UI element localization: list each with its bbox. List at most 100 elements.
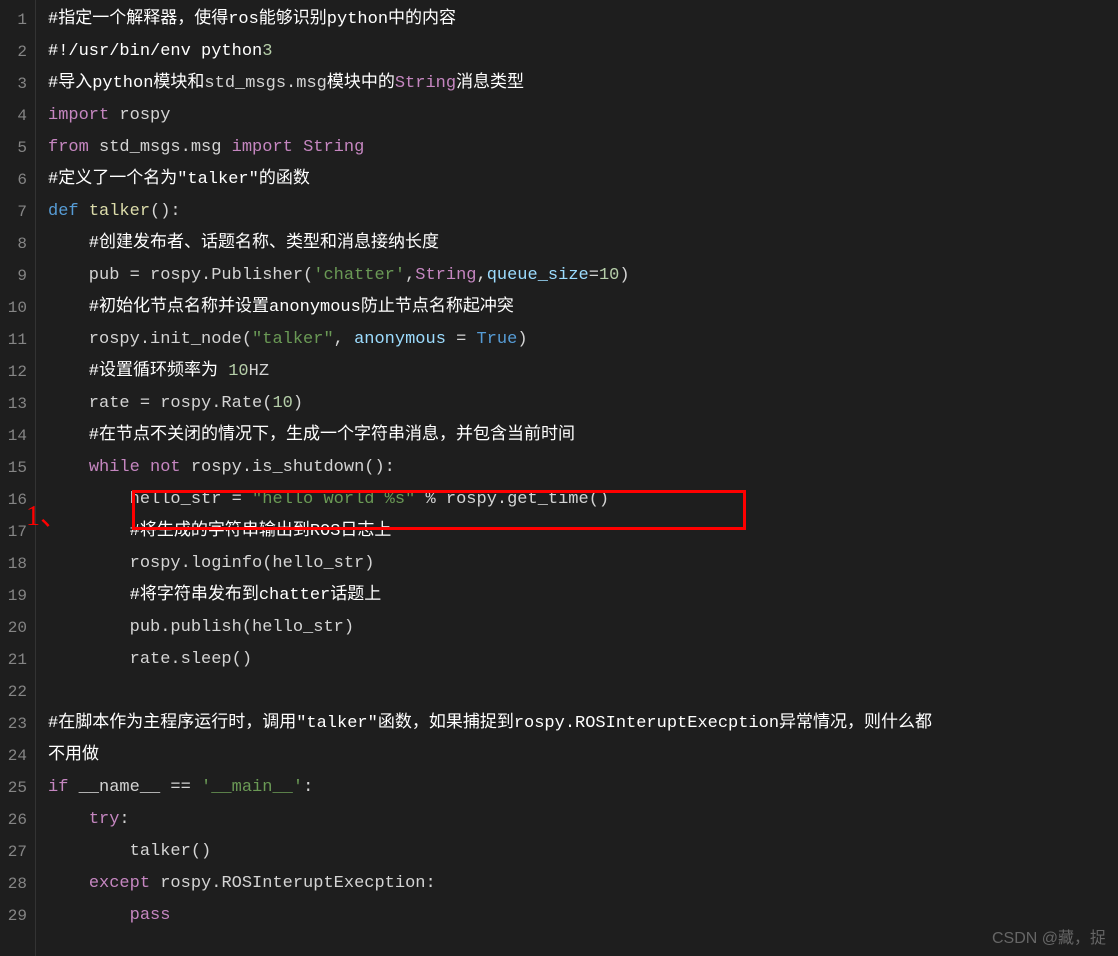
line-number: 2 — [4, 36, 27, 68]
code-line[interactable]: #初始化节点名称并设置anonymous防止节点名称起冲突 — [48, 292, 1118, 324]
code-token: rospy.ROSInteruptExecption: — [150, 874, 436, 893]
code-token: #将字符串发布到chatter话题上 — [48, 586, 381, 605]
code-token — [293, 138, 303, 157]
code-line[interactable]: if __name__ == '__main__': — [48, 772, 1118, 804]
code-line[interactable]: import rospy — [48, 100, 1118, 132]
code-token: import — [48, 106, 109, 125]
code-token: #在脚本作为主程序运行时，调用"talker"函数，如果捕捉到rospy.ROS… — [48, 714, 932, 733]
code-token: if — [48, 778, 68, 797]
code-token: 10 — [272, 394, 292, 413]
code-line[interactable]: rospy.loginfo(hello_str) — [48, 548, 1118, 580]
code-token: rate.sleep() — [48, 650, 252, 669]
code-line[interactable]: pass — [48, 900, 1118, 932]
code-token: String — [303, 138, 364, 157]
code-line[interactable]: #将字符串发布到chatter话题上 — [48, 580, 1118, 612]
line-number: 7 — [4, 196, 27, 228]
code-line[interactable]: while not rospy.is_shutdown(): — [48, 452, 1118, 484]
code-token: : — [303, 778, 313, 797]
line-number: 16 — [4, 484, 27, 516]
code-line[interactable]: def talker(): — [48, 196, 1118, 228]
code-line[interactable]: #将生成的字符串输出到ROS日志上 — [48, 516, 1118, 548]
code-token: : — [119, 810, 129, 829]
code-token: std_msgs.msg — [204, 74, 326, 93]
code-token: "hello world %s" — [252, 490, 415, 509]
code-token: = — [446, 330, 477, 349]
line-number: 8 — [4, 228, 27, 260]
code-line[interactable]: rospy.init_node("talker", anonymous = Tr… — [48, 324, 1118, 356]
line-number: 15 — [4, 452, 27, 484]
line-number: 19 — [4, 580, 27, 612]
code-token: pub = rospy.Publisher( — [48, 266, 313, 285]
line-number: 10 — [4, 292, 27, 324]
code-token — [48, 906, 130, 925]
code-line[interactable]: #定义了一个名为"talker"的函数 — [48, 164, 1118, 196]
line-number: 22 — [4, 676, 27, 708]
code-token: pass — [130, 906, 171, 925]
code-line[interactable]: 不用做 — [48, 740, 1118, 772]
code-line[interactable]: try: — [48, 804, 1118, 836]
code-line[interactable]: pub.publish(hello_str) — [48, 612, 1118, 644]
code-token: rospy.loginfo(hello_str) — [48, 554, 374, 573]
code-token — [48, 458, 89, 477]
code-token: not — [150, 458, 181, 477]
code-token: #将生成的字符串输出到ROS日志上 — [48, 522, 391, 541]
code-token: 'chatter' — [313, 266, 405, 285]
code-token: String — [395, 74, 456, 93]
annotation-label-1: 1、 — [26, 494, 68, 534]
code-token: talker — [89, 202, 150, 221]
line-number: 6 — [4, 164, 27, 196]
code-token: #定义了一个名为"talker"的函数 — [48, 170, 310, 189]
code-content-area[interactable]: 1、 #指定一个解释器，使得ros能够识别python中的内容#!/usr/bi… — [36, 0, 1118, 956]
code-token — [140, 458, 150, 477]
line-number: 21 — [4, 644, 27, 676]
line-number: 14 — [4, 420, 27, 452]
code-token: try — [89, 810, 120, 829]
code-token: def — [48, 202, 79, 221]
line-number: 4 — [4, 100, 27, 132]
code-token: rospy.is_shutdown(): — [181, 458, 395, 477]
code-token: , — [334, 330, 354, 349]
code-token: 消息类型 — [456, 74, 524, 93]
code-line[interactable]: #!/usr/bin/env python3 — [48, 36, 1118, 68]
code-token: 10 — [228, 362, 248, 381]
line-number: 5 — [4, 132, 27, 164]
code-token: '__main__' — [201, 778, 303, 797]
code-token: __name__ == — [68, 778, 201, 797]
code-line[interactable]: hello_str = "hello world %s" % rospy.get… — [48, 484, 1118, 516]
line-number: 27 — [4, 836, 27, 868]
code-token: , — [405, 266, 415, 285]
watermark-text: CSDN @藏，捉 — [992, 924, 1106, 948]
code-token: , — [477, 266, 487, 285]
code-line[interactable]: #设置循环频率为 10HZ — [48, 356, 1118, 388]
code-line[interactable]: talker() — [48, 836, 1118, 868]
code-line[interactable] — [48, 676, 1118, 708]
code-token: #创建发布者、话题名称、类型和消息接纳长度 — [48, 234, 439, 253]
code-token: 模块中的 — [327, 74, 395, 93]
line-number-gutter: 1234567891011121314151617181920212223242… — [0, 0, 36, 956]
code-token — [48, 810, 89, 829]
code-token: queue_size — [487, 266, 589, 285]
code-token: talker() — [48, 842, 211, 861]
code-token: True — [477, 330, 518, 349]
code-line[interactable]: #在脚本作为主程序运行时，调用"talker"函数，如果捕捉到rospy.ROS… — [48, 708, 1118, 740]
code-token: hello_str = — [48, 490, 252, 509]
code-token: #设置循环频率为 — [48, 362, 228, 381]
code-token: import — [232, 138, 293, 157]
code-token: anonymous — [354, 330, 446, 349]
code-token: ) — [517, 330, 527, 349]
code-line[interactable]: #指定一个解释器，使得ros能够识别python中的内容 — [48, 4, 1118, 36]
code-line[interactable]: from std_msgs.msg import String — [48, 132, 1118, 164]
code-line[interactable]: pub = rospy.Publisher('chatter',String,q… — [48, 260, 1118, 292]
line-number: 13 — [4, 388, 27, 420]
code-line[interactable]: rate.sleep() — [48, 644, 1118, 676]
code-line[interactable]: rate = rospy.Rate(10) — [48, 388, 1118, 420]
code-line[interactable]: #创建发布者、话题名称、类型和消息接纳长度 — [48, 228, 1118, 260]
code-line[interactable]: except rospy.ROSInteruptExecption: — [48, 868, 1118, 900]
code-token: % rospy.get_time() — [415, 490, 609, 509]
code-line[interactable]: #在节点不关闭的情况下，生成一个字符串消息，并包含当前时间 — [48, 420, 1118, 452]
code-token: while — [89, 458, 140, 477]
code-token: String — [415, 266, 476, 285]
code-line[interactable]: #导入python模块和std_msgs.msg模块中的String消息类型 — [48, 68, 1118, 100]
line-number: 25 — [4, 772, 27, 804]
code-token: "talker" — [252, 330, 334, 349]
